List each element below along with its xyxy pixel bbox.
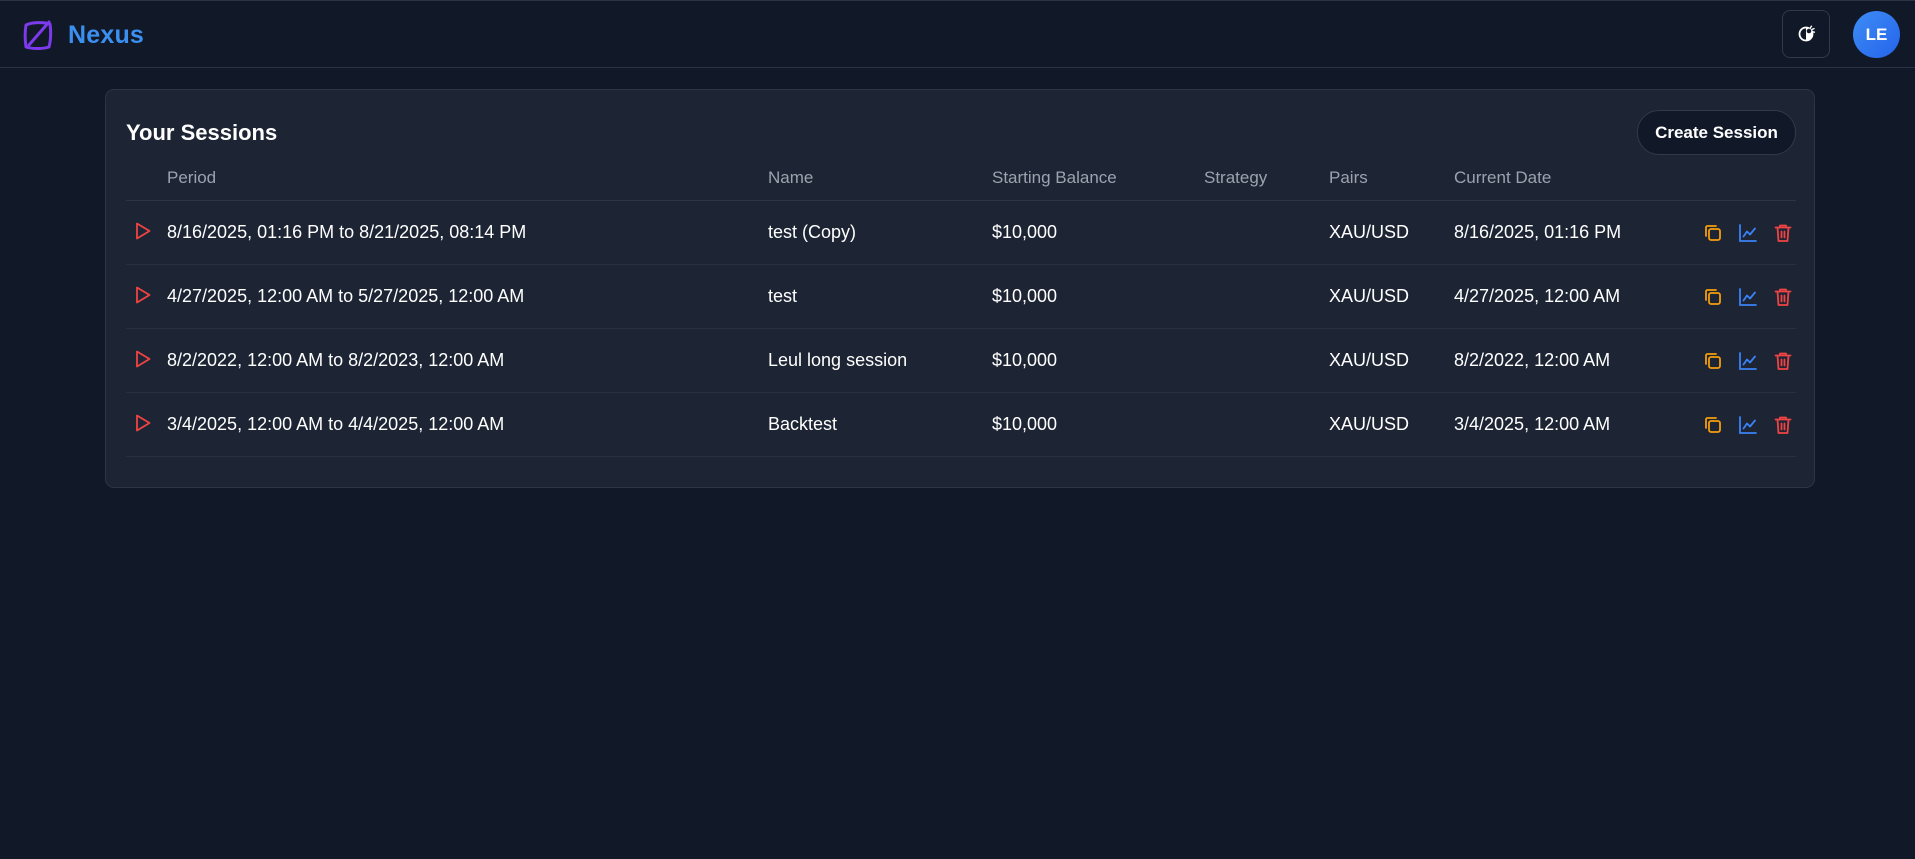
user-avatar[interactable]: LE — [1853, 11, 1900, 58]
table-row: 8/16/2025, 01:16 PM to 8/21/2025, 08:14 … — [126, 201, 1796, 265]
copy-icon[interactable] — [1702, 286, 1724, 308]
session-starting-balance: $10,000 — [992, 286, 1058, 306]
column-header-strategy: Strategy — [1204, 168, 1268, 187]
session-pairs: XAU/USD — [1329, 286, 1410, 306]
theme-toggle-icon — [1798, 25, 1816, 42]
column-header-name: Name — [768, 168, 814, 187]
session-starting-balance: $10,000 — [992, 414, 1058, 434]
table-row: 4/27/2025, 12:00 AM to 5/27/2025, 12:00 … — [126, 265, 1796, 329]
play-icon[interactable] — [134, 221, 152, 241]
play-icon[interactable] — [134, 349, 152, 369]
page-title: Your Sessions — [126, 120, 278, 145]
copy-icon[interactable] — [1702, 414, 1724, 436]
column-header-period: Period — [167, 168, 217, 187]
session-period: 4/27/2025, 12:00 AM to 5/27/2025, 12:00 … — [167, 286, 525, 306]
top-navbar: Nexus LE — [0, 0, 1915, 68]
theme-toggle-button[interactable] — [1782, 10, 1830, 58]
session-period: 3/4/2025, 12:00 AM to 4/4/2025, 12:00 AM — [167, 414, 505, 434]
session-current-date: 3/4/2025, 12:00 AM — [1454, 414, 1611, 434]
sessions-card: Your Sessions Create Session Period Name… — [105, 89, 1815, 488]
chart-icon[interactable] — [1737, 414, 1759, 436]
session-current-date: 4/27/2025, 12:00 AM — [1454, 286, 1621, 306]
session-name: test (Copy) — [768, 222, 857, 242]
nexus-logo-icon — [23, 20, 53, 50]
trash-icon[interactable] — [1772, 414, 1794, 436]
session-name: Leul long session — [768, 350, 908, 370]
chart-icon[interactable] — [1737, 286, 1759, 308]
create-session-button[interactable]: Create Session — [1637, 110, 1796, 155]
copy-icon[interactable] — [1702, 222, 1724, 244]
session-current-date: 8/2/2022, 12:00 AM — [1454, 350, 1611, 370]
session-pairs: XAU/USD — [1329, 222, 1410, 242]
brand[interactable]: Nexus — [20, 15, 144, 55]
session-pairs: XAU/USD — [1329, 350, 1410, 370]
session-starting-balance: $10,000 — [992, 222, 1058, 242]
column-header-pairs: Pairs — [1329, 168, 1368, 187]
column-header-starting-balance: Starting Balance — [992, 168, 1117, 187]
table-row: 3/4/2025, 12:00 AM to 4/4/2025, 12:00 AM… — [126, 393, 1796, 457]
session-period: 8/2/2022, 12:00 AM to 8/2/2023, 12:00 AM — [167, 350, 505, 370]
chart-icon[interactable] — [1737, 222, 1759, 244]
trash-icon[interactable] — [1772, 222, 1794, 244]
play-icon[interactable] — [134, 413, 152, 433]
sessions-table: Period Name Starting Balance Strategy Pa… — [126, 150, 1796, 457]
chart-icon[interactable] — [1737, 350, 1759, 372]
session-period: 8/16/2025, 01:16 PM to 8/21/2025, 08:14 … — [167, 222, 527, 242]
session-name: Backtest — [768, 414, 838, 434]
session-starting-balance: $10,000 — [992, 350, 1058, 370]
play-icon[interactable] — [134, 285, 152, 305]
copy-icon[interactable] — [1702, 350, 1724, 372]
session-pairs: XAU/USD — [1329, 414, 1410, 434]
trash-icon[interactable] — [1772, 286, 1794, 308]
session-current-date: 8/16/2025, 01:16 PM — [1454, 222, 1622, 242]
trash-icon[interactable] — [1772, 350, 1794, 372]
table-row: 8/2/2022, 12:00 AM to 8/2/2023, 12:00 AM… — [126, 329, 1796, 393]
session-name: test — [768, 286, 798, 306]
column-header-current-date: Current Date — [1454, 168, 1552, 187]
table-header: Period Name Starting Balance Strategy Pa… — [126, 150, 1796, 201]
app-name: Nexus — [68, 20, 145, 49]
